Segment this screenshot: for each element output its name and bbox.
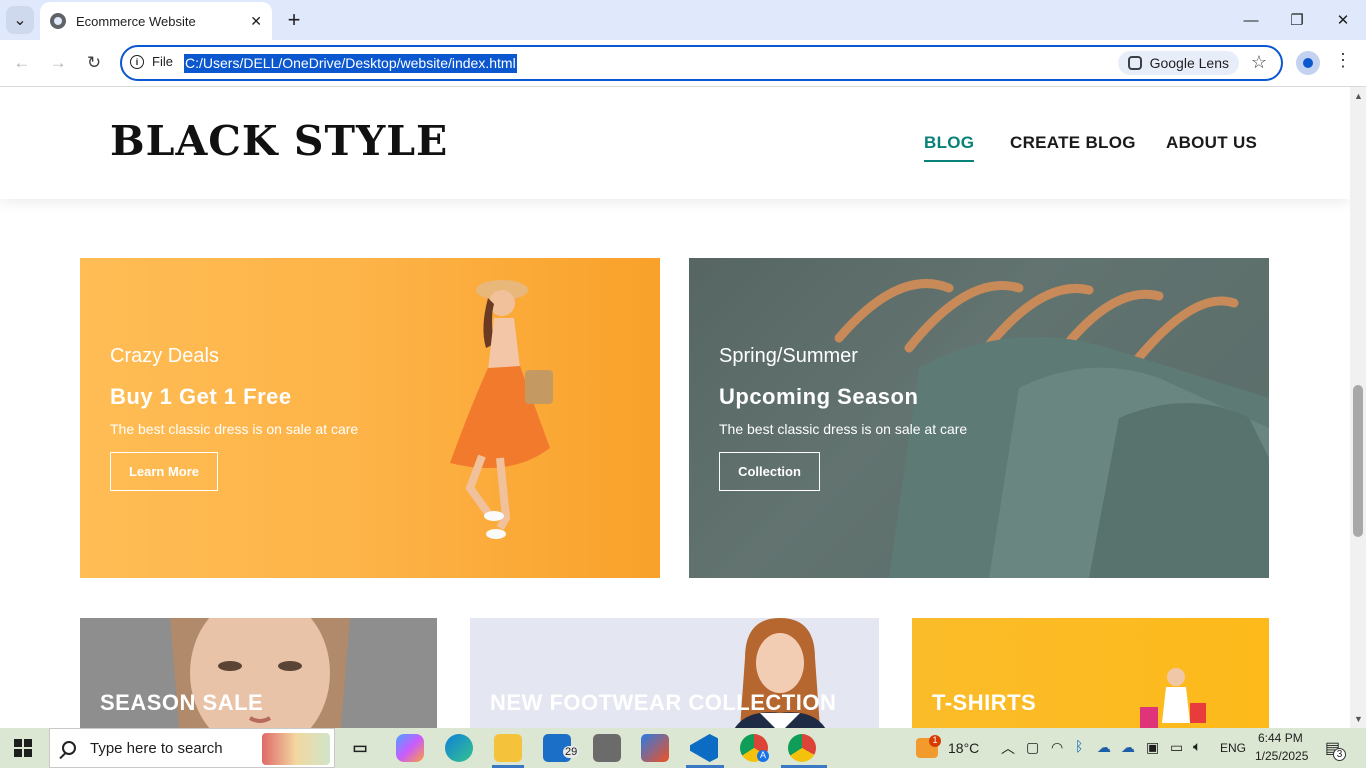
mail-badge: 29 <box>563 746 580 758</box>
clock-time[interactable]: 6:44 PM <box>1258 731 1303 745</box>
windows-taskbar: Type here to search ▭ 29 A 1 18°C ︿ ▢ ◠ … <box>0 728 1366 768</box>
store-icon[interactable] <box>641 734 669 762</box>
toolbar: ← → ↻ i File C:/Users/DELL/OneDrive/Desk… <box>0 40 1366 87</box>
tshirts-title: T-SHIRTS <box>932 690 1037 715</box>
onedrive-sync-icon[interactable]: ☁ <box>1121 739 1135 756</box>
file-explorer-icon[interactable] <box>494 734 522 762</box>
search-placeholder: Type here to search <box>90 739 223 757</box>
task-view-icon[interactable]: ▭ <box>346 734 374 762</box>
chrome-icon[interactable] <box>788 734 816 762</box>
info-icon: i <box>130 54 144 69</box>
banner-new-footwear[interactable]: NEW FOOTWEAR COLLECTION <box>470 618 879 728</box>
chevron-down-icon: ⌄ <box>13 12 27 29</box>
volume-icon[interactable]: 🔈︎ <box>1193 738 1201 755</box>
browser-menu-button[interactable]: ⋮ <box>1334 50 1352 71</box>
onedrive-icon[interactable]: ☁ <box>1097 739 1111 756</box>
new-tab-button[interactable]: + <box>280 6 308 34</box>
nav-link-blog[interactable]: BLOG <box>924 133 975 162</box>
copilot-icon[interactable] <box>396 734 424 762</box>
site-info-label: File <box>152 54 173 69</box>
tshirts-on-hangers-image <box>689 258 1269 578</box>
banner-description: The best classic dress is on sale at car… <box>719 421 968 437</box>
promo-banner-deals: Crazy Deals Buy 1 Get 1 Free The best cl… <box>80 258 660 578</box>
profile-avatar[interactable] <box>1296 51 1320 75</box>
clock-date[interactable]: 1/25/2025 <box>1255 749 1308 763</box>
restore-button[interactable]: ❐ <box>1274 0 1320 40</box>
wifi-icon[interactable]: ◠ <box>1051 739 1063 756</box>
chrome-profile-badge: A <box>757 750 769 762</box>
collection-button[interactable]: Collection <box>719 452 820 491</box>
network-icon[interactable]: ▣ <box>1146 739 1159 756</box>
site-logo[interactable]: BLACK STYLE <box>110 117 448 165</box>
vscode-icon[interactable] <box>690 734 718 762</box>
meet-now-icon[interactable]: ▢ <box>1026 739 1039 756</box>
language-indicator[interactable]: ENG <box>1220 741 1246 755</box>
page-scrollbar[interactable]: ▲ ▼ <box>1350 87 1366 728</box>
search-icon <box>62 741 76 755</box>
close-tab-icon[interactable]: ✕ <box>250 13 262 30</box>
shopping-girl-image <box>1140 668 1206 728</box>
scrollbar-thumb[interactable] <box>1353 385 1363 537</box>
nav-link-create-blog[interactable]: CREATE BLOG <box>1010 133 1136 153</box>
minimize-button[interactable]: — <box>1228 0 1274 40</box>
tab-search-button[interactable]: ⌄ <box>6 6 34 34</box>
banner-tshirts[interactable]: T-SHIRTS <box>912 618 1269 728</box>
nav-link-about-us[interactable]: ABOUT US <box>1166 133 1257 153</box>
lens-icon <box>1127 56 1142 70</box>
search-highlight-image <box>262 733 330 765</box>
scroll-up-arrow-icon[interactable]: ▲ <box>1354 91 1363 101</box>
new-footwear-title: NEW FOOTWEAR COLLECTION <box>490 690 837 715</box>
chevron-up-icon[interactable]: ︿ <box>1001 738 1015 758</box>
bookmark-star-icon[interactable]: ☆ <box>1251 52 1267 73</box>
tab-title: Ecommerce Website <box>76 13 196 29</box>
globe-icon <box>50 13 66 29</box>
notification-badge: 3 <box>1333 748 1346 761</box>
bluetooth-icon[interactable]: ᛒ <box>1075 738 1083 754</box>
edge-browser-icon[interactable] <box>445 734 473 762</box>
site-info-button[interactable]: i File <box>130 54 173 69</box>
season-sale-title: SEASON SALE <box>100 690 264 715</box>
banner-headline: Buy 1 Get 1 Free <box>110 384 292 409</box>
page-viewport: BLACK STYLE BLOG CREATE BLOG ABOUT US Cr… <box>0 87 1350 728</box>
url-text[interactable]: C:/Users/DELL/OneDrive/Desktop/website/i… <box>184 54 517 73</box>
site-header: BLACK STYLE BLOG CREATE BLOG ABOUT US <box>0 87 1350 199</box>
browser-chrome: ⌄ Ecommerce Website ✕ + — ❐ ✕ ← → ↻ i Fi… <box>0 0 1366 87</box>
camera-icon[interactable] <box>593 734 621 762</box>
battery-icon[interactable]: ▭ <box>1170 739 1183 756</box>
banner-kicker: Spring/Summer <box>719 345 858 367</box>
lens-label: Google Lens <box>1149 55 1229 71</box>
windows-start-icon[interactable] <box>14 739 32 757</box>
person-icon <box>1303 58 1313 68</box>
temperature-label[interactable]: 18°C <box>948 740 979 756</box>
weather-badge: 1 <box>929 735 941 747</box>
reload-button[interactable]: ↻ <box>79 49 109 77</box>
back-button[interactable]: ← <box>7 49 37 77</box>
scroll-down-arrow-icon[interactable]: ▼ <box>1354 714 1363 724</box>
banner-description: The best classic dress is on sale at car… <box>110 421 359 437</box>
taskbar-search-box[interactable]: Type here to search <box>49 728 335 768</box>
learn-more-button[interactable]: Learn More <box>110 452 218 491</box>
tab-strip: ⌄ Ecommerce Website ✕ + — ❐ ✕ <box>0 0 1366 40</box>
banner-headline: Upcoming Season <box>719 384 919 409</box>
woman-dancing-image <box>450 280 553 539</box>
banner-kicker: Crazy Deals <box>110 345 219 367</box>
active-tab[interactable]: Ecommerce Website ✕ <box>40 2 272 40</box>
banner-season-sale[interactable]: SEASON SALE <box>80 618 437 728</box>
close-window-button[interactable]: ✕ <box>1320 0 1366 40</box>
forward-button[interactable]: → <box>43 49 73 77</box>
address-bar[interactable]: i File C:/Users/DELL/OneDrive/Desktop/we… <box>120 45 1283 81</box>
promo-banner-season: Spring/Summer Upcoming Season The best c… <box>689 258 1269 578</box>
google-lens-button[interactable]: Google Lens <box>1117 51 1239 75</box>
